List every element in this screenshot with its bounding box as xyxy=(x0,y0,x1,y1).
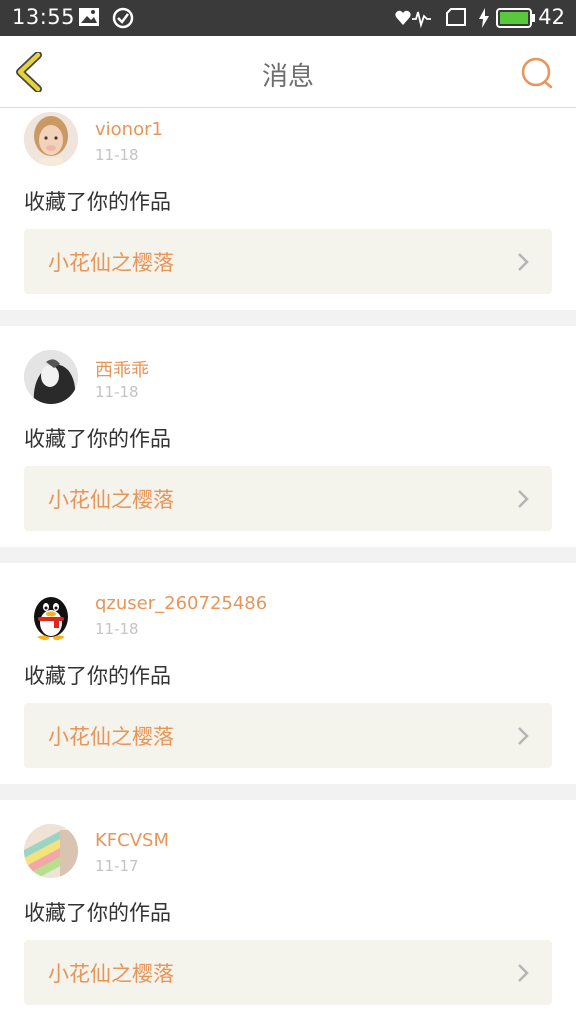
check-circle-icon xyxy=(112,7,134,29)
username[interactable]: vionor1 xyxy=(95,119,163,140)
status-time: 13:55 xyxy=(12,5,76,29)
action-text: 收藏了你的作品 xyxy=(24,427,171,451)
chevron-right-icon xyxy=(518,253,529,271)
avatar[interactable] xyxy=(24,824,78,878)
colored-books-icon xyxy=(24,824,78,878)
image-icon xyxy=(79,8,99,26)
chevron-right-icon xyxy=(518,727,529,745)
search-icon[interactable] xyxy=(520,56,554,90)
chevron-right-icon xyxy=(518,964,529,982)
header-bar: 消息 xyxy=(0,36,576,108)
page-title: 消息 xyxy=(261,62,314,92)
timestamp: 11-18 xyxy=(95,620,139,638)
chevron-right-icon xyxy=(518,490,529,508)
action-text: 收藏了你的作品 xyxy=(24,664,171,688)
timestamp: 11-18 xyxy=(95,383,139,401)
avatar[interactable] xyxy=(24,587,78,641)
action-text: 收藏了你的作品 xyxy=(24,190,171,214)
bw-portrait-icon xyxy=(24,350,78,404)
battery-icon xyxy=(496,8,535,28)
status-bar: 13:55 42 xyxy=(0,0,576,36)
timestamp: 11-17 xyxy=(95,857,139,875)
avatar[interactable] xyxy=(24,350,78,404)
notification-item: KFCVSM 11-17 收藏了你的作品 小花仙之樱落 xyxy=(0,800,576,1024)
girl-portrait-icon xyxy=(24,112,78,166)
battery-level: 42 xyxy=(538,5,565,29)
username[interactable]: 西乖乖 xyxy=(95,356,149,382)
sim-icon xyxy=(446,8,466,26)
work-link[interactable]: 小花仙之樱落 xyxy=(24,466,552,531)
timestamp: 11-18 xyxy=(95,146,139,164)
avatar[interactable] xyxy=(24,112,78,166)
notification-item: qzuser_260725486 11-18 收藏了你的作品 小花仙之樱落 xyxy=(0,563,576,784)
charging-icon xyxy=(479,8,489,28)
work-title: 小花仙之樱落 xyxy=(48,251,174,275)
work-link[interactable]: 小花仙之樱落 xyxy=(24,940,552,1005)
username[interactable]: qzuser_260725486 xyxy=(95,593,267,614)
username[interactable]: KFCVSM xyxy=(95,830,169,851)
work-title: 小花仙之樱落 xyxy=(48,725,174,749)
wifi-heart-icon xyxy=(395,10,431,29)
notification-item: vionor1 11-18 收藏了你的作品 小花仙之樱落 xyxy=(0,108,576,310)
work-link[interactable]: 小花仙之樱落 xyxy=(24,703,552,768)
qq-penguin-icon xyxy=(24,587,78,641)
notification-item: 西乖乖 11-18 收藏了你的作品 小花仙之樱落 xyxy=(0,326,576,547)
work-title: 小花仙之樱落 xyxy=(48,488,174,512)
action-text: 收藏了你的作品 xyxy=(24,901,171,925)
work-link[interactable]: 小花仙之樱落 xyxy=(24,229,552,294)
work-title: 小花仙之樱落 xyxy=(48,962,174,986)
